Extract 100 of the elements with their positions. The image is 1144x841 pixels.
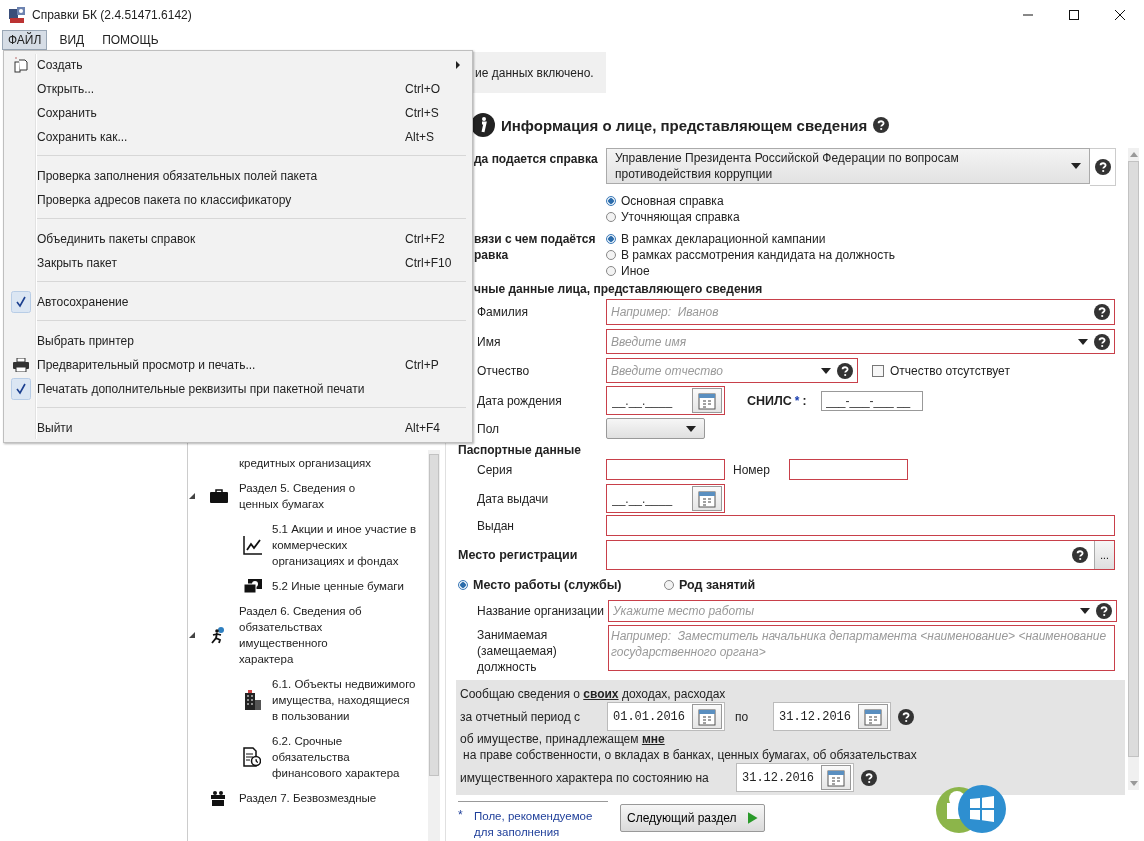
help-icon[interactable] — [898, 708, 914, 725]
section-heading: чные данные лица, представляющего сведения — [473, 282, 764, 298]
help-icon[interactable] — [1096, 603, 1112, 619]
menu-item[interactable]: Создать — [4, 53, 472, 77]
browse-button[interactable]: ... — [1094, 541, 1114, 569]
radio-label: В рамках декларационной кампании — [621, 232, 826, 246]
number-field[interactable] — [789, 459, 908, 480]
tree-item[interactable]: 6.1. Объекты недвижимого имущества, находящиеся в пользовании — [272, 676, 417, 724]
tree-item[interactable]: 5.2 Иные ценные бумаги — [272, 578, 417, 594]
help-icon[interactable] — [1094, 159, 1111, 175]
menu-item[interactable]: Закрыть пакет Ctrl+F10 — [4, 251, 472, 275]
help-icon[interactable] — [861, 769, 877, 786]
field-label: Название организации — [476, 604, 605, 618]
menu-item[interactable]: Выбрать принтер — [4, 329, 472, 353]
required-mark: * — [794, 393, 800, 408]
registration-field[interactable]: ... — [606, 540, 1115, 570]
radio-button[interactable] — [606, 250, 616, 260]
menu-item[interactable]: Автосохранение — [4, 290, 472, 314]
date-field[interactable]: __.__.____ — [606, 386, 725, 415]
tree-item[interactable]: 6.2. Срочные обязательства финансового характера — [272, 733, 417, 781]
text-input[interactable]: Укажите место работы — [613, 604, 1074, 618]
text-input[interactable]: Введите имя — [611, 334, 1072, 349]
calendar-button[interactable] — [692, 388, 722, 413]
tree-item[interactable]: Раздел 6. Сведения об обязательствах имущественного характера — [239, 603, 381, 667]
line-chart-icon — [243, 535, 263, 555]
dropdown-arrow-icon[interactable] — [1080, 608, 1090, 614]
tree-item[interactable]: Раздел 7. Безвозмездные — [239, 790, 381, 806]
help-icon[interactable] — [837, 362, 853, 379]
menu-item[interactable]: Сохранить как... Alt+S — [4, 125, 472, 149]
position-field[interactable]: Например: Заместитель начальника департамента <наименование> <наименование государственного органа> — [608, 625, 1115, 671]
help-icon[interactable] — [1094, 304, 1110, 320]
date-input[interactable]: __.__.____ — [612, 491, 692, 506]
date-field[interactable]: __.__.____ — [606, 484, 725, 513]
field-label: Серия — [476, 462, 514, 477]
series-field[interactable] — [606, 459, 725, 480]
menu-bar-item[interactable]: ПОМОЩЬ — [96, 30, 165, 50]
declaration-text: Сообщаю сведения о своих доходах, расходах — [460, 686, 727, 702]
footnote-text: Поле, рекомендуемое для заполнения — [474, 809, 594, 840]
menu-item[interactable]: Выйти Alt+F4 — [4, 416, 472, 440]
scrollbar-thumb[interactable] — [429, 454, 439, 776]
calendar-icon — [698, 391, 716, 410]
organization-field[interactable]: Укажите место работы — [608, 600, 1117, 622]
recipient-dropdown[interactable]: Управление Президента Российской Федерации по вопросам противодействия коррупции — [606, 148, 1090, 184]
text-input[interactable]: Например: Иванов — [611, 305, 1088, 319]
radio-button[interactable] — [458, 580, 468, 590]
expanded-arrow-icon[interactable] — [189, 493, 195, 499]
dropdown-arrow-icon[interactable] — [1078, 338, 1088, 345]
checkbox[interactable] — [872, 364, 884, 377]
close-icon[interactable] — [1114, 9, 1126, 21]
radio-label: Место работы (службы) — [473, 578, 622, 592]
radio-label: Основная справка — [621, 194, 724, 208]
next-section-button[interactable]: Следующий раздел — [620, 804, 765, 832]
menu-item[interactable]: Печатать дополнительные реквизиты при пакетной печати — [4, 377, 472, 401]
menu-bar-item[interactable]: ВИД — [53, 30, 91, 50]
period-label: имущественного характера по состоянию на — [460, 770, 710, 785]
menu-item[interactable]: Сохранить Ctrl+S — [4, 101, 472, 125]
dropdown-arrow-icon[interactable] — [1071, 163, 1081, 169]
text-input[interactable]: Введите отчество — [611, 363, 815, 378]
calendar-icon — [698, 489, 716, 508]
tree-item[interactable]: кредитных организациях — [239, 455, 381, 471]
dropdown-arrow-icon[interactable] — [686, 425, 696, 432]
scrollbar[interactable] — [428, 450, 440, 841]
help-icon[interactable] — [873, 117, 890, 133]
field-label: Отчество — [476, 363, 531, 378]
calendar-button[interactable] — [821, 765, 851, 790]
expanded-arrow-icon[interactable] — [189, 632, 195, 638]
tree-item[interactable]: 5.1 Акции и иное участие в коммерческих организациях и фондах — [272, 521, 417, 569]
play-icon — [748, 812, 758, 824]
menu-item[interactable]: Предварительный просмотр и печать... Ctrl+P — [4, 353, 472, 377]
calendar-button[interactable] — [692, 704, 722, 729]
label-colon: : — [802, 393, 807, 408]
help-icon[interactable] — [1094, 333, 1110, 350]
field-label: Имя — [476, 334, 502, 349]
briefcase-icon — [210, 489, 228, 503]
menu-item[interactable]: Проверка адресов пакета по классификатору — [4, 188, 472, 212]
help-icon[interactable] — [1072, 547, 1088, 563]
patronymic-field[interactable]: Введите отчество — [606, 358, 858, 383]
running-figure-icon — [210, 626, 226, 644]
radio-button[interactable] — [664, 580, 674, 590]
calendar-button[interactable] — [692, 486, 722, 511]
menu-item[interactable]: Объединить пакеты справок Ctrl+F2 — [4, 227, 472, 251]
snils-field[interactable]: ___-___-___ __ — [820, 390, 923, 411]
maximize-icon[interactable] — [1068, 9, 1080, 21]
surname-field[interactable]: Например: Иванов — [606, 299, 1115, 325]
radio-button[interactable] — [606, 266, 616, 276]
name-field[interactable]: Введите имя — [606, 329, 1115, 354]
dropdown-arrow-icon[interactable] — [821, 367, 831, 374]
radio-button[interactable] — [606, 234, 616, 244]
issued-by-field[interactable] — [606, 515, 1115, 536]
calendar-button[interactable] — [858, 704, 888, 729]
radio-button[interactable] — [606, 212, 616, 222]
menu-item[interactable]: Проверка заполнения обязательных полей пакета — [4, 164, 472, 188]
radio-label: В рамках рассмотрения кандидата на должность — [621, 248, 895, 262]
field-label: Выдан — [476, 518, 515, 533]
radio-button[interactable] — [606, 196, 616, 206]
menu-bar-item[interactable]: ФАЙЛ — [2, 30, 48, 50]
calendar-icon — [698, 707, 716, 726]
tree-item[interactable]: Раздел 5. Сведения о ценных бумагах — [239, 480, 381, 512]
menu-item[interactable]: Открыть... Ctrl+O — [4, 77, 472, 101]
date-input[interactable]: __.__.____ — [612, 393, 692, 408]
